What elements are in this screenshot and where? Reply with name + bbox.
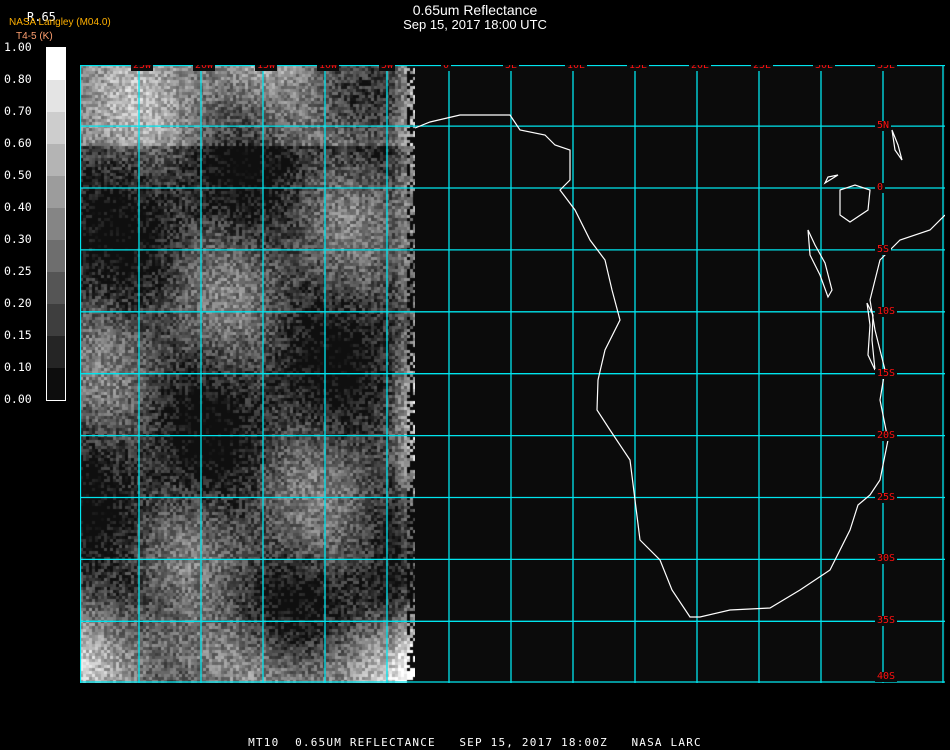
- colorbar-band: [47, 240, 65, 272]
- longitude-label: 5E: [503, 65, 520, 71]
- africa-coastline: [414, 114, 945, 618]
- colorbar-band: [47, 80, 65, 112]
- map-overlay: [80, 65, 945, 683]
- lake-victoria: [839, 184, 871, 223]
- footer-caption: MT10 0.65UM REFLECTANCE SEP 15, 2017 18:…: [248, 736, 702, 749]
- lake-tanganyika: [807, 229, 833, 299]
- latitude-label: 25S: [875, 491, 898, 503]
- colorbar-band: [47, 208, 65, 240]
- colorbar-tick-label: 0.40: [4, 200, 32, 214]
- colorbar-band: [47, 144, 65, 176]
- colorbar-tick-label: 0.60: [4, 136, 32, 150]
- colorbar-tick-label: 0.00: [4, 392, 32, 406]
- colorbar-tick-label: 0.15: [4, 328, 32, 342]
- longitude-label: 10E: [565, 65, 588, 71]
- latitude-label: 5S: [875, 243, 892, 255]
- colorbar-tick-label: 0.50: [4, 168, 32, 182]
- latitude-label: 10S: [875, 305, 898, 317]
- lake-albert: [823, 174, 839, 185]
- longitude-label: 15W: [255, 65, 278, 71]
- satellite-map: 25W 20W 15W 10W 5W 0 5E 10E 15E 20E 25E 30E 35E 5N 0 5S…: [80, 65, 945, 683]
- colorbar-tick-label: 0.30: [4, 232, 32, 246]
- latitude-label: 20S: [875, 429, 898, 441]
- longitude-label: 10W: [317, 65, 340, 71]
- latitude-label: 35S: [875, 615, 898, 627]
- lake-turkana: [891, 129, 903, 161]
- latitude-label: 0: [875, 182, 886, 193]
- longitude-label: 20W: [193, 65, 216, 71]
- longitude-label: 30E: [813, 65, 836, 71]
- longitude-label: 25E: [751, 65, 774, 71]
- colorbar-band: [47, 304, 65, 336]
- colorbar-band: [47, 368, 65, 400]
- longitude-label: 5W: [379, 65, 396, 71]
- longitude-label: 20E: [689, 65, 712, 71]
- colorbar-tick-label: 0.70: [4, 104, 32, 118]
- colorbar-band: [47, 112, 65, 144]
- map-subtitle: Sep 15, 2017 18:00 UTC: [403, 17, 547, 32]
- latitude-label: 30S: [875, 553, 898, 565]
- colorbar-band: [47, 336, 65, 368]
- colorbar-tick-label: 0.10: [4, 360, 32, 374]
- lat-lon-grid: [80, 65, 945, 683]
- colorbar-band: [47, 272, 65, 304]
- longitude-label: 35E: [875, 65, 898, 71]
- colorbar-tick-label: 0.80: [4, 72, 32, 86]
- latitude-label: 40S: [875, 671, 898, 682]
- colorbar-band: [47, 48, 65, 80]
- longitude-label: 15E: [627, 65, 650, 71]
- colorbar-band: [47, 176, 65, 208]
- colorbar: [46, 47, 66, 401]
- longitude-label: 0: [441, 65, 452, 71]
- latitude-label: 5N: [875, 120, 892, 132]
- lake-malawi: [866, 302, 876, 371]
- longitude-label: 25W: [131, 65, 154, 71]
- colorbar-tick-label: 0.25: [4, 264, 32, 278]
- organization-label: NASA Langley (M04.0): [9, 17, 111, 28]
- colorbar-tick-label: 0.20: [4, 296, 32, 310]
- colorbar-tick-label: 1.00: [4, 40, 32, 54]
- latitude-label: 15S: [875, 367, 898, 379]
- map-title: 0.65um Reflectance: [412, 2, 538, 18]
